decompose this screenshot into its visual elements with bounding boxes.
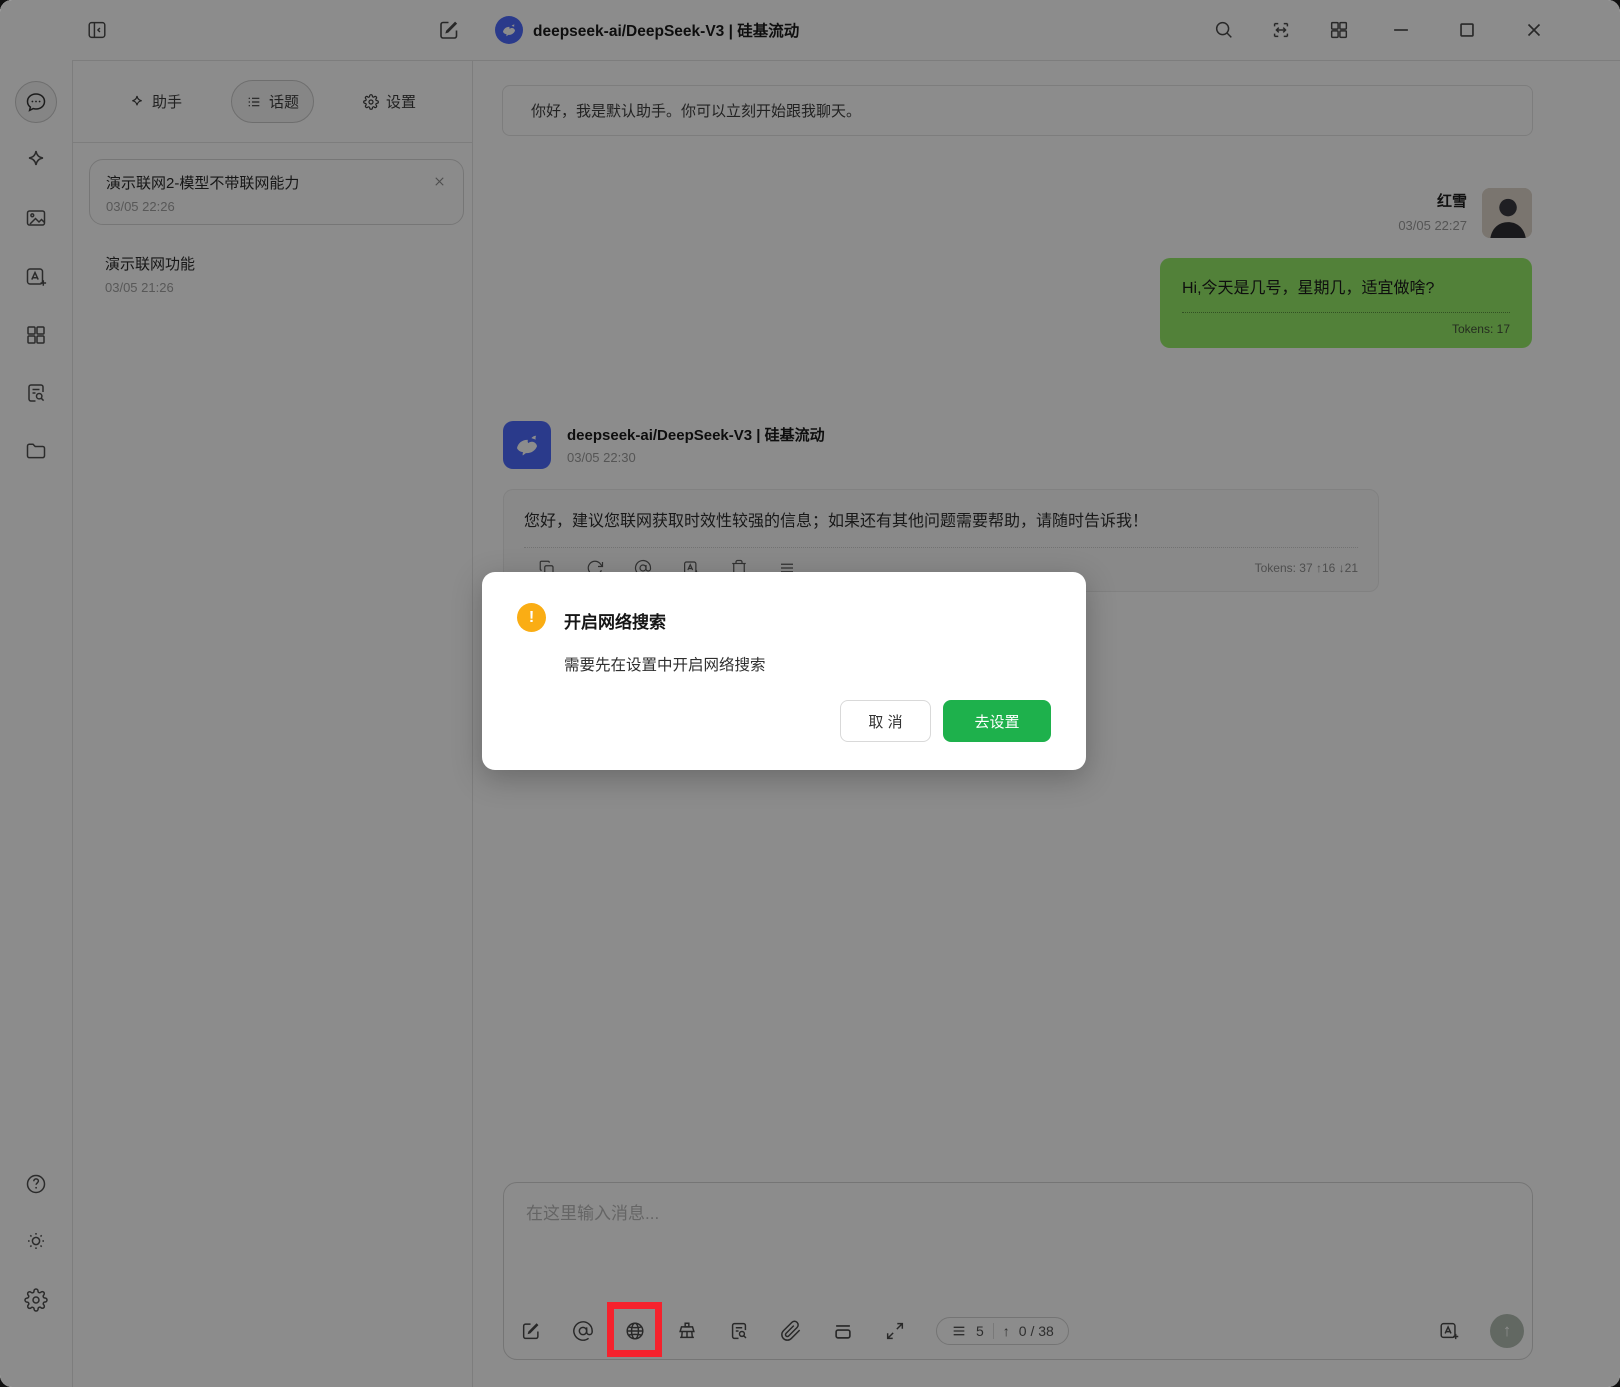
highlight-annotation-box [607,1302,662,1357]
warning-icon: ! [517,603,546,632]
go-to-settings-button[interactable]: 去设置 [943,700,1051,742]
dialog-title: 开启网络搜索 [564,608,666,633]
cancel-button[interactable]: 取 消 [840,700,931,742]
app-window: deepseek-ai/DeepSeek-V3 | 硅基流动 [0,0,1620,1387]
dialog-body: 需要先在设置中开启网络搜索 [564,653,766,675]
web-search-dialog: ! 开启网络搜索 需要先在设置中开启网络搜索 取 消 去设置 [482,572,1086,770]
